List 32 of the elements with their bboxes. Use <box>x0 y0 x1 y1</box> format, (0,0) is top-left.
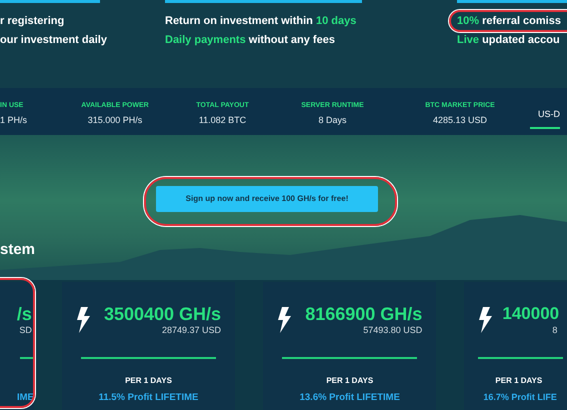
lightning-bolt-icon <box>277 307 294 333</box>
period: PER 1 DAYS <box>125 374 172 386</box>
lightning-bolt-icon <box>76 307 92 333</box>
price: 28749.37 USD <box>162 324 222 337</box>
currency-tab[interactable]: US-D <box>530 108 560 129</box>
signup-button[interactable]: Sign up now and receive 100 GH/s for free! <box>156 186 378 212</box>
profit-text: 11.5% Profit LIFETIME <box>98 390 198 404</box>
hash-power: /s <box>16 304 32 324</box>
price: 57493.80 USD <box>363 324 422 337</box>
profit-text: IME <box>16 390 34 404</box>
lightning-bolt-icon <box>478 307 494 333</box>
hash-power: 8166900 GH/s <box>305 304 422 324</box>
stat-value: 8 Days <box>318 114 346 127</box>
feature-text: our investment daily <box>0 33 107 48</box>
period: PER 1 DAYS <box>326 374 374 386</box>
stat-value: 1 PH/s <box>0 114 28 127</box>
period: PER 1 DAYS <box>494 374 542 386</box>
section-heading: stem <box>0 241 36 258</box>
hash-power: 3500400 GH/s <box>104 304 222 324</box>
feature-text: 10% referral comiss <box>457 14 561 29</box>
profit-text: 16.7% Profit LIFE <box>483 390 557 404</box>
feature-text: r registering <box>0 14 64 29</box>
feature-text: Live updated accou <box>457 33 560 48</box>
hash-power: 140000 <box>502 304 560 324</box>
feature-text: Return on investment within 10 days <box>165 14 356 29</box>
price: 8 <box>551 324 558 337</box>
stat-value: 11.082 BTC <box>198 114 246 127</box>
stat-value: 4285.13 USD <box>432 114 488 127</box>
price: SD <box>19 324 32 337</box>
stat-value: 315.000 PH/s <box>88 114 142 127</box>
profit-text: 13.6% Profit LIFETIME <box>300 390 400 404</box>
feature-text: Daily payments without any fees <box>165 33 335 48</box>
